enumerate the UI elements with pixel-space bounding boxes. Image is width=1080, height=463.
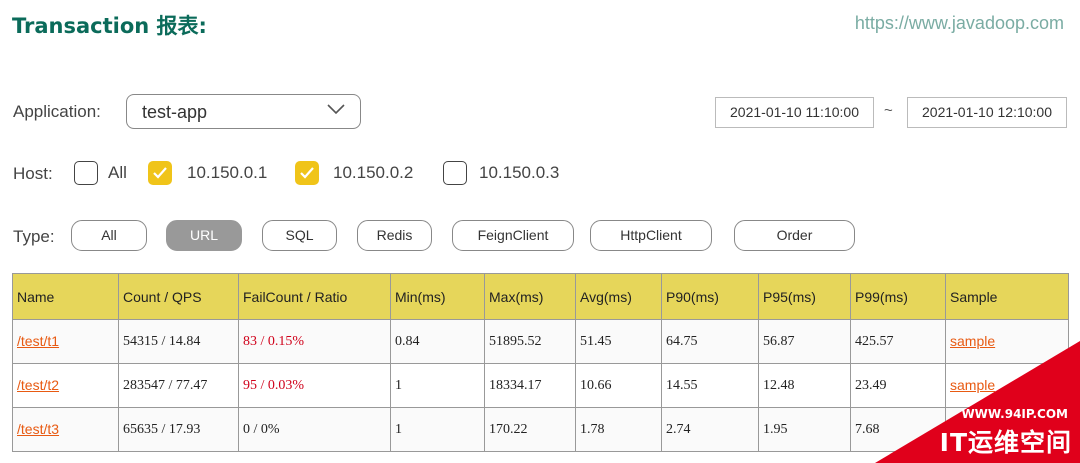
p99-cell: 7.68 bbox=[850, 407, 946, 452]
host-10-150-0-3-label: 10.150.0.3 bbox=[479, 163, 560, 182]
table-header-row: Name Count / QPS FailCount / Ratio Min(m… bbox=[12, 273, 1069, 320]
application-label: Application: bbox=[13, 102, 101, 121]
host-all-label: All bbox=[108, 163, 127, 182]
max-cell: 18334.17 bbox=[484, 363, 576, 408]
transaction-name-link[interactable]: /test/t1 bbox=[17, 333, 59, 349]
column-header-min: Min(ms) bbox=[390, 273, 485, 320]
max-cell: 170.22 bbox=[484, 407, 576, 452]
host-10-150-0-1-label: 10.150.0.1 bbox=[187, 163, 268, 182]
sample-link[interactable]: sample bbox=[950, 333, 995, 349]
p90-cell: 14.55 bbox=[661, 363, 759, 408]
column-header-max: Max(ms) bbox=[484, 273, 576, 320]
site-url: https://www.javadoop.com bbox=[854, 13, 1064, 33]
column-header-count-qps: Count / QPS bbox=[118, 273, 239, 320]
type-httpclient-button[interactable]: HttpClient bbox=[590, 220, 712, 251]
type-feignclient-button[interactable]: FeignClient bbox=[452, 220, 574, 251]
failcount-ratio-cell: 83 / 0.15% bbox=[238, 319, 391, 364]
min-cell: 1 bbox=[390, 407, 485, 452]
end-time-input[interactable]: 2021-01-10 12:10:00 bbox=[907, 97, 1067, 128]
check-icon bbox=[300, 167, 314, 179]
type-sql-button[interactable]: SQL bbox=[262, 220, 337, 251]
p90-cell: 2.74 bbox=[661, 407, 759, 452]
host-10-150-0-1-checkbox[interactable] bbox=[148, 161, 172, 185]
application-select[interactable]: test-app bbox=[126, 94, 361, 129]
column-header-failcount-ratio: FailCount / Ratio bbox=[238, 273, 391, 320]
type-url-button[interactable]: URL bbox=[166, 220, 242, 251]
host-all-checkbox[interactable] bbox=[74, 161, 98, 185]
p99-cell: 23.49 bbox=[850, 363, 946, 408]
host-10-150-0-2-label: 10.150.0.2 bbox=[333, 163, 414, 182]
count-qps-cell: 54315 / 14.84 bbox=[118, 319, 239, 364]
transaction-name-link[interactable]: /test/t3 bbox=[17, 421, 59, 437]
failcount-ratio-cell: 95 / 0.03% bbox=[238, 363, 391, 408]
application-select-value: test-app bbox=[142, 102, 208, 122]
p95-cell: 12.48 bbox=[758, 363, 851, 408]
table-row: /test/t1 54315 / 14.84 83 / 0.15% 0.84 5… bbox=[12, 319, 1069, 364]
start-time-input[interactable]: 2021-01-10 11:10:00 bbox=[715, 97, 874, 128]
min-cell: 0.84 bbox=[390, 319, 485, 364]
min-cell: 1 bbox=[390, 363, 485, 408]
count-qps-cell: 283547 / 77.47 bbox=[118, 363, 239, 408]
page-title: Transaction 报表: bbox=[12, 14, 207, 38]
p95-cell: 56.87 bbox=[758, 319, 851, 364]
column-header-p95: P95(ms) bbox=[758, 273, 851, 320]
time-range-separator: ~ bbox=[884, 102, 893, 119]
host-10-150-0-3-checkbox[interactable] bbox=[443, 161, 467, 185]
table-row: /test/t2 283547 / 77.47 95 / 0.03% 1 183… bbox=[12, 363, 1069, 408]
column-header-avg: Avg(ms) bbox=[575, 273, 662, 320]
avg-cell: 1.78 bbox=[575, 407, 662, 452]
chevron-down-icon bbox=[327, 104, 345, 115]
avg-cell: 10.66 bbox=[575, 363, 662, 408]
type-label: Type: bbox=[13, 227, 55, 246]
transaction-table: Name Count / QPS FailCount / Ratio Min(m… bbox=[12, 273, 1069, 452]
host-label: Host: bbox=[13, 164, 53, 183]
column-header-p90: P90(ms) bbox=[661, 273, 759, 320]
sample-link[interactable]: sample bbox=[950, 421, 995, 437]
transaction-name-link[interactable]: /test/t2 bbox=[17, 377, 59, 393]
sample-link[interactable]: sample bbox=[950, 377, 995, 393]
column-header-sample: Sample bbox=[945, 273, 1069, 320]
p90-cell: 64.75 bbox=[661, 319, 759, 364]
column-header-p99: P99(ms) bbox=[850, 273, 946, 320]
failcount-ratio-cell: 0 / 0% bbox=[238, 407, 391, 452]
check-icon bbox=[153, 167, 167, 179]
count-qps-cell: 65635 / 17.93 bbox=[118, 407, 239, 452]
p95-cell: 1.95 bbox=[758, 407, 851, 452]
avg-cell: 51.45 bbox=[575, 319, 662, 364]
type-redis-button[interactable]: Redis bbox=[357, 220, 432, 251]
p99-cell: 425.57 bbox=[850, 319, 946, 364]
type-all-button[interactable]: All bbox=[71, 220, 147, 251]
table-row: /test/t3 65635 / 17.93 0 / 0% 1 170.22 1… bbox=[12, 407, 1069, 452]
column-header-name: Name bbox=[12, 273, 119, 320]
host-10-150-0-2-checkbox[interactable] bbox=[295, 161, 319, 185]
type-order-button[interactable]: Order bbox=[734, 220, 855, 251]
max-cell: 51895.52 bbox=[484, 319, 576, 364]
